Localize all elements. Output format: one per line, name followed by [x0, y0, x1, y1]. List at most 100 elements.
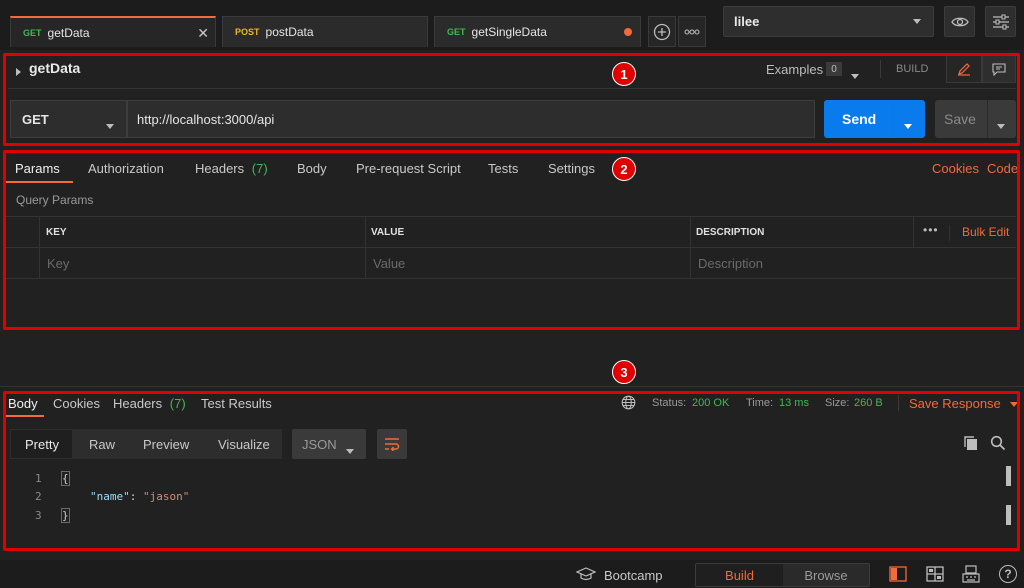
size-label: Size: — [825, 397, 850, 409]
divider — [690, 216, 691, 279]
view-raw-button[interactable]: Raw — [89, 437, 115, 452]
build-mode-button[interactable]: Build — [696, 564, 783, 586]
tab-options-button[interactable] — [678, 16, 706, 47]
view-pretty-button[interactable]: Pretty — [25, 437, 59, 452]
response-tab-headers[interactable]: Headers (7) — [113, 396, 186, 411]
chevron-down-icon — [106, 117, 114, 132]
annotation-badge-2: 2 — [612, 157, 636, 181]
response-headers-count: (7) — [169, 396, 186, 411]
keyboard-shortcuts-icon[interactable] — [962, 565, 980, 586]
close-icon[interactable]: ✕ — [197, 25, 209, 42]
line-number: 3 — [35, 509, 42, 522]
save-label: Save — [944, 111, 976, 127]
status-bar — [0, 560, 1024, 588]
manage-environments-button[interactable] — [985, 6, 1016, 37]
request-tab-getsingledata[interactable]: GET getSingleData — [434, 16, 641, 47]
more-options-icon[interactable]: ••• — [923, 223, 939, 237]
method-select[interactable]: GET — [10, 100, 127, 138]
pencil-icon — [958, 63, 970, 76]
json-brace-close: } — [61, 508, 70, 523]
divider — [893, 100, 894, 138]
status-value: 200 OK — [692, 397, 730, 409]
unsaved-dot-icon — [624, 28, 632, 36]
collapse-caret-icon[interactable] — [16, 64, 21, 79]
scrollbar-thumb[interactable] — [1006, 466, 1011, 486]
pane-splitter[interactable] — [0, 386, 1024, 387]
send-button[interactable]: Send — [824, 100, 925, 138]
examples-label[interactable]: Examples — [766, 62, 823, 77]
table-header-row: KEY VALUE DESCRIPTION ••• Bulk Edit — [5, 216, 1016, 248]
response-tab-test-results[interactable]: Test Results — [201, 396, 272, 411]
tab-params[interactable]: Params — [15, 161, 60, 176]
description-input[interactable]: Description — [698, 256, 763, 271]
tab-pre-request-script[interactable]: Pre-request Script — [356, 161, 461, 176]
method-label: GET — [447, 27, 466, 37]
eye-icon — [950, 17, 969, 26]
view-preview-button[interactable]: Preview — [143, 437, 189, 452]
active-tab-underline — [5, 181, 73, 183]
edit-mode-button[interactable] — [946, 55, 982, 83]
value-input[interactable]: Value — [373, 256, 405, 271]
status-label: Status: — [652, 397, 687, 409]
active-tab-underline — [5, 415, 44, 417]
response-tab-body[interactable]: Body — [8, 396, 38, 411]
column-header-description: DESCRIPTION — [696, 227, 765, 238]
divider — [913, 216, 914, 248]
layout-grid-icon[interactable] — [926, 566, 944, 585]
response-headers-label: Headers — [113, 396, 163, 411]
tab-settings[interactable]: Settings — [548, 161, 595, 176]
environment-select[interactable]: lilee — [723, 6, 934, 37]
line-number: 1 — [35, 472, 42, 485]
browse-mode-button[interactable]: Browse — [783, 564, 869, 586]
two-pane-view-icon[interactable] — [889, 566, 907, 585]
save-options-chevron-icon[interactable] — [997, 116, 1005, 132]
json-brace-open: { — [61, 471, 70, 486]
send-options-chevron-icon[interactable] — [904, 116, 912, 132]
bootcamp-link[interactable]: Bootcamp — [604, 568, 663, 583]
url-input[interactable]: http://localhost:3000/api — [127, 100, 815, 138]
new-tab-button[interactable] — [648, 16, 676, 47]
tab-name: getData — [47, 25, 90, 40]
wrap-lines-icon — [385, 438, 400, 451]
chevron-down-icon — [913, 19, 921, 24]
copy-icon[interactable] — [963, 435, 979, 454]
cookies-link[interactable]: Cookies — [932, 161, 979, 176]
chevron-down-icon — [1010, 402, 1019, 408]
search-icon[interactable] — [990, 435, 1006, 454]
globe-icon[interactable] — [621, 395, 636, 413]
column-header-value: VALUE — [371, 227, 405, 238]
json-value: "jason" — [143, 490, 190, 503]
request-title: getData — [29, 60, 81, 76]
key-input[interactable]: Key — [47, 256, 69, 271]
environment-quick-look-button[interactable] — [944, 6, 975, 37]
tab-authorization[interactable]: Authorization — [88, 161, 164, 176]
divider — [949, 225, 950, 241]
format-value: JSON — [302, 436, 337, 452]
request-tab-getdata[interactable]: GET getData ✕ — [10, 16, 216, 47]
environment-name: lilee — [734, 14, 760, 29]
response-tab-cookies[interactable]: Cookies — [53, 396, 100, 411]
format-select[interactable]: JSON — [292, 429, 366, 459]
request-tab-postdata[interactable]: POST postData — [222, 16, 428, 47]
chevron-down-icon[interactable] — [851, 67, 859, 82]
sliders-icon — [992, 14, 1009, 29]
bulk-edit-link[interactable]: Bulk Edit — [962, 225, 1009, 239]
query-params-title: Query Params — [16, 193, 94, 207]
scrollbar-thumb[interactable] — [1006, 505, 1011, 525]
tab-tests[interactable]: Tests — [488, 161, 518, 176]
code-link[interactable]: Code — [987, 161, 1018, 176]
highlight-box-response — [3, 391, 1020, 551]
view-visualize-button[interactable]: Visualize — [218, 437, 270, 452]
save-response-button[interactable]: Save Response — [909, 396, 1019, 411]
tab-headers[interactable]: Headers (7) — [195, 161, 268, 176]
divider — [365, 216, 366, 279]
json-line: "name": "jason" — [90, 490, 189, 503]
method-label: POST — [235, 27, 260, 37]
save-button[interactable]: Save — [935, 100, 1016, 138]
tab-body[interactable]: Body — [297, 161, 327, 176]
help-icon[interactable]: ? — [999, 565, 1017, 583]
wrap-lines-button[interactable] — [377, 429, 407, 459]
comments-button[interactable] — [982, 55, 1016, 83]
divider — [8, 88, 1016, 89]
time-label: Time: — [746, 397, 774, 409]
